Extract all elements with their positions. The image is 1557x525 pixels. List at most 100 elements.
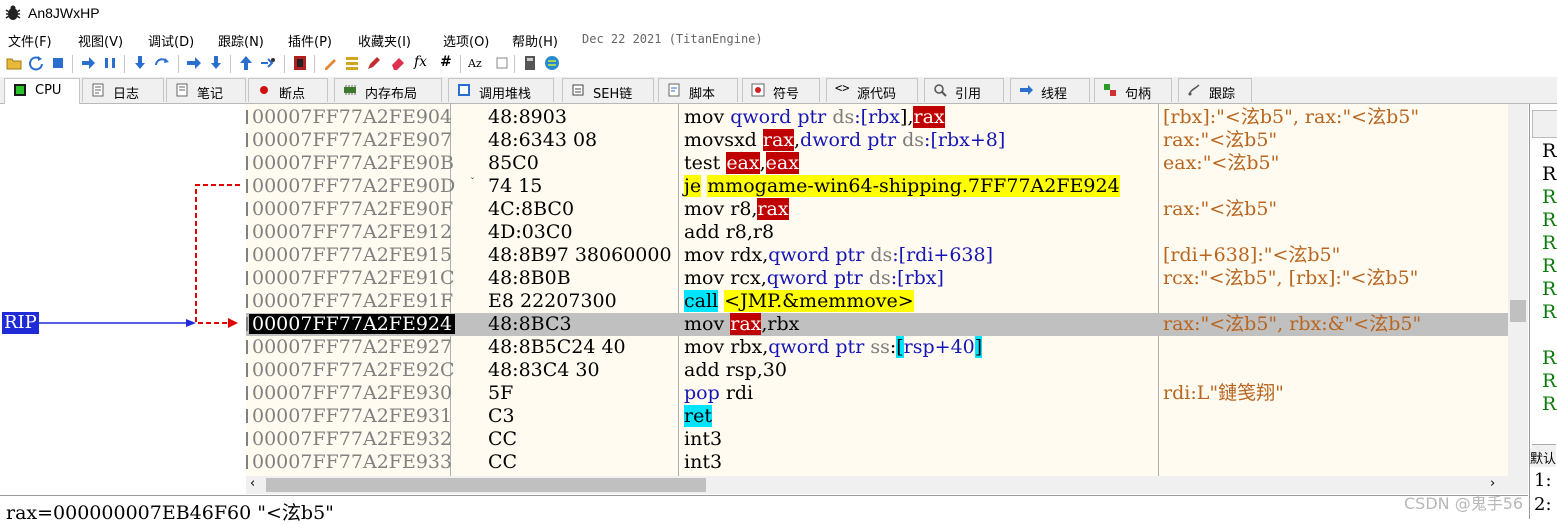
scroll-right-icon[interactable]: ›	[1490, 476, 1495, 491]
menu-options[interactable]: 选项(O)	[443, 31, 489, 50]
register-name[interactable]: RC	[1542, 186, 1557, 208]
patch-icon[interactable]	[322, 55, 338, 71]
disassembly-view[interactable]: 00007FF77A2FE904 48:8903 mov qword ptr ds:…	[246, 104, 1528, 476]
step-over-icon[interactable]	[154, 55, 170, 71]
disasm-row[interactable]: 00007FF77A2FE90F 4C:8BC0 mov r8,rax rax:"<泫…	[246, 198, 1508, 221]
tab-threads[interactable]: 线程	[1010, 78, 1090, 102]
scylla-icon[interactable]	[292, 55, 308, 71]
tab-cpu[interactable]: CPU	[4, 78, 80, 104]
breakpoint-marker[interactable]	[246, 317, 248, 331]
scroll-left-icon[interactable]: ‹	[250, 476, 255, 491]
breakpoint-marker[interactable]	[246, 202, 248, 216]
tab-script[interactable]: 脚本	[658, 78, 738, 102]
eraser-icon[interactable]	[390, 55, 406, 71]
instruction-token: rdi+638	[906, 244, 986, 266]
vertical-scrollbar[interactable]	[1508, 104, 1528, 476]
instruction-token: :[	[892, 244, 907, 266]
vertical-scroll-thumb[interactable]	[1510, 300, 1526, 322]
disasm-row[interactable]: 00007FF77A2FE90D ˇ 74 15 je mmogame-win64-s…	[246, 175, 1508, 198]
disasm-row[interactable]: 00007FF77A2FE915 48:8B97 38060000 mov rdx,…	[246, 244, 1508, 267]
breakpoint-marker[interactable]	[246, 248, 248, 262]
internet-icon[interactable]	[544, 55, 560, 71]
notes-pen-icon[interactable]	[366, 55, 382, 71]
stop-icon[interactable]	[50, 55, 66, 71]
tab-handles[interactable]: 句柄	[1094, 78, 1172, 102]
register-name[interactable]: RA	[1542, 140, 1557, 162]
disasm-row[interactable]: 00007FF77A2FE904 48:8903 mov qword ptr ds:…	[246, 106, 1508, 129]
breakpoint-marker[interactable]	[246, 455, 248, 469]
horizontal-scroll-thumb[interactable]	[266, 478, 706, 492]
rip-arrow-head	[186, 319, 196, 327]
tab-seh[interactable]: SEH链	[562, 78, 654, 102]
menu-debug[interactable]: 调试(D)	[148, 31, 194, 50]
tab-memory-map[interactable]: 内存布局	[334, 78, 442, 102]
breakpoint-marker[interactable]	[246, 340, 248, 354]
disasm-row[interactable]: 00007FF77A2FE90B 85C0 test eax,eax eax:"<泫b…	[246, 152, 1508, 175]
disasm-row[interactable]: 00007FF77A2FE907 48:6343 08 movsxd rax,dwo…	[246, 129, 1508, 152]
font-icon[interactable]: Aᴢ	[468, 57, 482, 70]
disasm-row[interactable]: 00007FF77A2FE924 48:8BC3 mov rax,rbx rax:"<…	[246, 313, 1508, 336]
trace-icon[interactable]	[260, 55, 276, 71]
tab-log[interactable]: 日志	[82, 78, 164, 102]
instruction-token: 30	[762, 359, 787, 381]
tab-breakpoints[interactable]: 断点	[248, 78, 328, 102]
run-to-user-icon[interactable]	[238, 55, 254, 71]
menu-plugins[interactable]: 插件(P)	[288, 31, 332, 50]
disasm-row[interactable]: 00007FF77A2FE92C 48:83C4 30 add rsp,30	[246, 359, 1508, 382]
help-small-icon[interactable]	[494, 55, 510, 71]
menu-file[interactable]: 文件(F)	[8, 31, 52, 50]
disasm-row[interactable]: 00007FF77A2FE933 CC int3	[246, 451, 1508, 474]
restart-icon[interactable]	[28, 55, 44, 71]
register-name[interactable]: RS	[1542, 255, 1557, 277]
function-icon[interactable]: fx	[414, 54, 427, 70]
disasm-row[interactable]: 00007FF77A2FE91F E8 22207300 call <JMP.&me…	[246, 290, 1508, 313]
animate-into-icon[interactable]	[186, 55, 202, 71]
breakpoint-marker[interactable]	[246, 386, 248, 400]
step-into-icon[interactable]	[132, 55, 148, 71]
register-name[interactable]: R9	[1542, 370, 1557, 392]
disasm-row[interactable]: 00007FF77A2FE927 48:8B5C24 40 mov rbx,qwor…	[246, 336, 1508, 359]
register-name[interactable]: RS	[1542, 278, 1557, 300]
menu-favourites[interactable]: 收藏夹(I)	[358, 31, 411, 50]
register-name[interactable]: RI	[1542, 209, 1557, 231]
memory-icon[interactable]	[344, 55, 360, 71]
hash-icon[interactable]: #	[440, 54, 452, 70]
breakpoint-marker[interactable]	[246, 271, 248, 285]
menu-view[interactable]: 视图(V)	[78, 31, 123, 50]
breakpoint-marker[interactable]	[246, 225, 248, 239]
breakpoint-marker[interactable]	[246, 179, 248, 193]
register-name[interactable]: R8	[1542, 347, 1557, 369]
menu-help[interactable]: 帮助(H)	[512, 31, 558, 50]
register-name[interactable]: RI	[1542, 232, 1557, 254]
instruction-cell: mov r8,rax	[684, 198, 789, 220]
breakpoint-marker[interactable]	[246, 156, 248, 170]
breakpoint-marker[interactable]	[246, 294, 248, 308]
tab-trace[interactable]: 跟踪	[1178, 78, 1252, 102]
open-icon[interactable]	[6, 55, 22, 71]
breakpoint-marker[interactable]	[246, 133, 248, 147]
animate-over-icon[interactable]	[208, 55, 224, 71]
breakpoint-marker[interactable]	[246, 363, 248, 377]
bytes-cell: CC	[488, 428, 518, 450]
tab-call-stack[interactable]: 调用堆栈	[448, 78, 554, 102]
register-name[interactable]: RI	[1542, 163, 1557, 185]
tab-source[interactable]: <> 源代码	[826, 78, 918, 102]
bytes-cell: 48:8B0B	[488, 267, 571, 289]
calculator-icon[interactable]	[522, 55, 538, 71]
run-icon[interactable]	[80, 55, 96, 71]
breakpoint-marker[interactable]	[246, 432, 248, 446]
register-name[interactable]: RI	[1542, 301, 1557, 323]
pause-icon[interactable]	[102, 55, 118, 71]
tab-references[interactable]: 引用	[924, 78, 1004, 102]
disasm-row[interactable]: 00007FF77A2FE912 4D:03C0 add r8,r8	[246, 221, 1508, 244]
breakpoint-marker[interactable]	[246, 110, 248, 124]
breakpoint-marker[interactable]	[246, 409, 248, 423]
disasm-row[interactable]: 00007FF77A2FE931 C3 ret	[246, 405, 1508, 428]
register-name[interactable]: RI	[1542, 393, 1557, 415]
disasm-row[interactable]: 00007FF77A2FE930 5F pop rdi rdi:L"鏈笺翔"	[246, 382, 1508, 405]
tab-notes[interactable]: 笔记	[166, 78, 246, 102]
menu-trace[interactable]: 跟踪(N)	[218, 31, 264, 50]
tab-symbols[interactable]: 符号	[742, 78, 820, 102]
disasm-row[interactable]: 00007FF77A2FE932 CC int3	[246, 428, 1508, 451]
disasm-row[interactable]: 00007FF77A2FE91C 48:8B0B mov rcx,qword ptr…	[246, 267, 1508, 290]
